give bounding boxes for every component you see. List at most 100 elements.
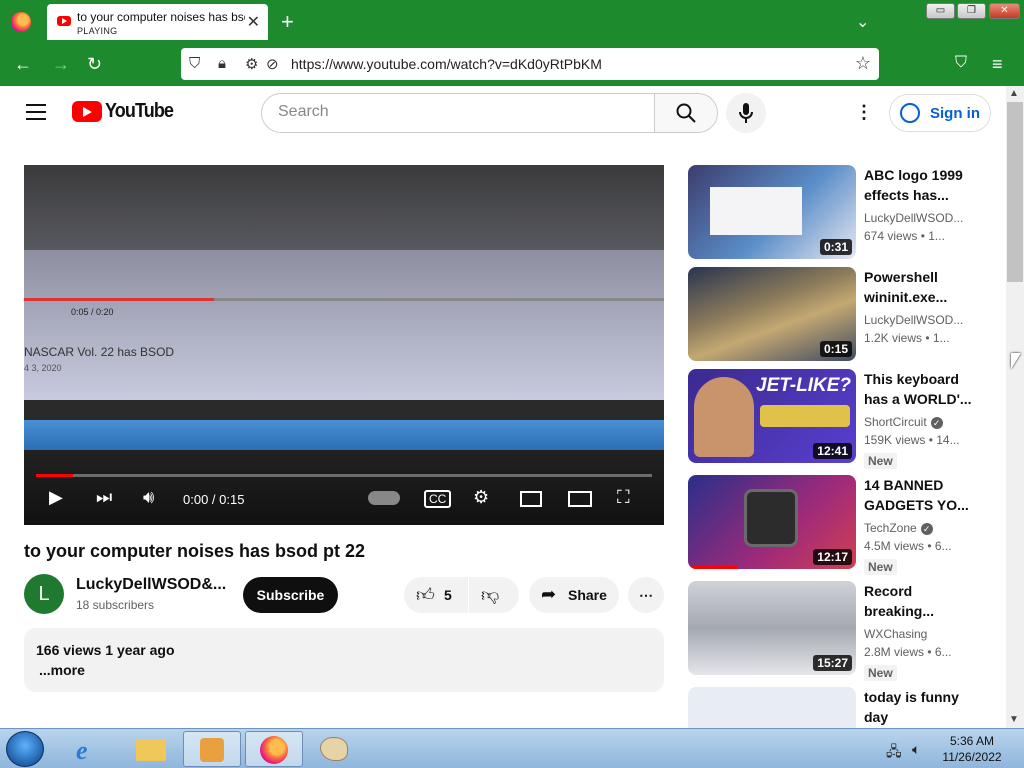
file-explorer-icon[interactable] [122, 731, 180, 767]
captions-icon[interactable]: CC [424, 490, 452, 508]
new-badge: New [864, 665, 897, 681]
youtube-logo-icon[interactable] [72, 101, 102, 122]
recommendation-channel[interactable]: LuckyDellWSOD... [864, 211, 963, 225]
recommendation-title[interactable]: ABC logo 1999 effects has... [864, 165, 976, 205]
settings-kebab-icon[interactable]: ⋮ [855, 102, 873, 123]
internet-explorer-icon[interactable]: e [62, 731, 120, 767]
scroll-up-icon[interactable]: ▲ [1009, 88, 1019, 99]
url-bar[interactable]: ⛉ 🔒︎ ⚙ ⊘ https://www.youtube.com/watch?v… [181, 48, 879, 80]
paint-icon[interactable] [306, 731, 364, 767]
shield-icon[interactable]: ⛉ [189, 55, 200, 72]
window-restore-button[interactable]: ❐ [957, 3, 986, 19]
recommendation-thumbnail[interactable]: 0:15 [688, 267, 856, 361]
thumb-person [694, 377, 754, 457]
recommendation-title[interactable]: today is funny day [864, 687, 976, 727]
search-box[interactable] [261, 93, 655, 133]
url-text[interactable]: https://www.youtube.com/watch?v=dKd0yRtP… [291, 56, 602, 72]
recommendation-thumbnail[interactable]: 12:17 [688, 475, 856, 569]
recommendation-stats: 674 views • 1... [864, 229, 945, 243]
player-progress-fill [36, 474, 73, 477]
back-icon[interactable]: ← [14, 54, 32, 75]
next-icon[interactable]: ⏭ [96, 487, 112, 508]
recommendation-title[interactable]: This keyboard has a WORLD'... [864, 369, 976, 409]
recommendation-stats: 4.5M views • 6... [864, 539, 952, 553]
search-button[interactable] [654, 93, 718, 133]
recommendation-item[interactable]: 12:17 14 BANNED GADGETS YO... TechZone ✓ … [688, 475, 988, 575]
watch-progress [688, 566, 738, 569]
recommendation-stats: 2.8M views • 6... [864, 645, 952, 659]
subscribe-button[interactable]: Subscribe [243, 577, 338, 613]
channel-name[interactable]: LuckyDellWSOD&... [76, 576, 226, 594]
channel-avatar[interactable]: L [24, 574, 64, 614]
more-actions-icon[interactable]: ⋯ [628, 577, 664, 613]
recommendation-thumbnail[interactable]: JET-LIKE? 12:41 [688, 369, 856, 463]
video-title: to your computer noises has bsod pt 22 [24, 541, 366, 561]
autoplay-toggle[interactable] [368, 491, 400, 505]
recommendation-item[interactable]: 15:27 Record breaking... WXChasing 2.8M … [688, 581, 988, 681]
recommendation-item[interactable]: 0:15 Powershell wininit.exe... LuckyDell… [688, 267, 988, 363]
recommendation-title[interactable]: Record breaking... [864, 581, 976, 621]
guide-menu-icon[interactable] [26, 104, 46, 120]
recommendation-item[interactable]: today is funny day [688, 687, 988, 728]
recommendation-title[interactable]: Powershell wininit.exe... [864, 267, 976, 307]
fullscreen-icon[interactable]: ⛶ [617, 487, 630, 508]
start-button-icon[interactable] [6, 731, 44, 767]
settings-gear-icon[interactable]: ⚙ [473, 487, 489, 508]
recommendation-thumbnail[interactable]: 0:31 [688, 165, 856, 259]
volume-icon[interactable]: 🔊︎ [143, 487, 154, 508]
channel-label: ShortCircuit [864, 415, 927, 429]
app-menu-icon[interactable]: ≡ [992, 54, 1003, 75]
reload-icon[interactable]: ↻ [87, 54, 102, 75]
volume-tray-icon[interactable]: 🔈︎ [912, 741, 920, 758]
video-player[interactable]: 0:05 / 0:20 NASCAR Vol. 22 has BSOD 4 3,… [24, 165, 664, 525]
browser-tab-active[interactable]: to your computer noises has bsod pt 22 P… [47, 4, 268, 40]
recommendation-thumbnail[interactable] [688, 687, 856, 728]
scroll-down-icon[interactable]: ▼ [1009, 714, 1019, 725]
voice-search-button[interactable] [726, 93, 766, 133]
recommendation-item[interactable]: JET-LIKE? 12:41 This keyboard has a WORL… [688, 369, 988, 469]
lock-icon[interactable]: 🔒︎ [218, 55, 226, 72]
recommendation-item[interactable]: 0:31 ABC logo 1999 effects has... LuckyD… [688, 165, 988, 261]
sign-in-button[interactable]: Sign in [889, 94, 991, 132]
dislike-button[interactable]: 👎︎ [469, 577, 519, 613]
tab-close-icon[interactable]: ✕ [247, 12, 260, 32]
play-icon[interactable]: ▶ [49, 487, 63, 508]
youtube-header: YouTube ⋮ Sign in [0, 86, 1006, 142]
taskbar-clock[interactable]: 5:36 AM 11/26/2022 [940, 733, 1004, 765]
description-box[interactable]: 166 views 1 year ago ...more [24, 628, 664, 692]
window-minimize-button[interactable]: ▭ [926, 3, 955, 19]
list-all-tabs-icon[interactable]: ⌄ [856, 12, 869, 32]
recommendation-title[interactable]: 14 BANNED GADGETS YO... [864, 475, 976, 515]
browser-navbar: ← → ↻ ⛉ 🔒︎ ⚙ ⊘ https://www.youtube.com/w… [0, 44, 1024, 86]
autoplay-blocked-icon[interactable]: ⊘ [266, 55, 279, 73]
description-more-link[interactable]: ...more [39, 662, 85, 678]
search-input[interactable] [278, 103, 638, 121]
player-progress-bar[interactable] [36, 474, 652, 477]
firefox-taskbar-icon[interactable] [245, 731, 303, 767]
share-button[interactable]: ➦ Share [529, 577, 619, 613]
miniplayer-icon[interactable] [520, 491, 542, 507]
like-button[interactable]: 👍︎ 5 [404, 577, 468, 613]
theater-mode-icon[interactable] [568, 491, 592, 507]
scrollbar-thumb[interactable] [1007, 102, 1023, 282]
forward-icon[interactable]: → [52, 54, 70, 75]
page-scrollbar[interactable]: ▲ ▼ [1006, 86, 1024, 728]
pocket-icon[interactable]: ⛉ [955, 54, 967, 72]
recommendation-channel[interactable]: ShortCircuit ✓ [864, 415, 943, 429]
media-player-icon[interactable] [183, 731, 241, 767]
verified-check-icon: ✓ [920, 523, 933, 535]
new-tab-icon[interactable]: + [281, 9, 294, 35]
recommendation-channel[interactable]: WXChasing [864, 627, 927, 641]
video-meta: 166 views 1 year ago [36, 642, 175, 658]
recommendation-channel[interactable]: LuckyDellWSOD... [864, 313, 963, 327]
microphone-icon [739, 103, 753, 123]
recommendation-thumbnail[interactable]: 15:27 [688, 581, 856, 675]
recommendation-channel[interactable]: TechZone ✓ [864, 521, 933, 535]
youtube-logo-text[interactable]: YouTube [105, 100, 174, 123]
firefox-menu-icon[interactable] [11, 12, 31, 32]
window-close-button[interactable]: ✕ [989, 3, 1020, 19]
permissions-icon[interactable]: ⚙ [245, 55, 258, 73]
windows-taskbar: e 🖧︎ 🔈︎ 5:36 AM 11/26/2022 [0, 728, 1024, 768]
network-icon[interactable]: 🖧︎ [886, 741, 902, 765]
bookmark-star-icon[interactable]: ☆ [855, 53, 871, 74]
